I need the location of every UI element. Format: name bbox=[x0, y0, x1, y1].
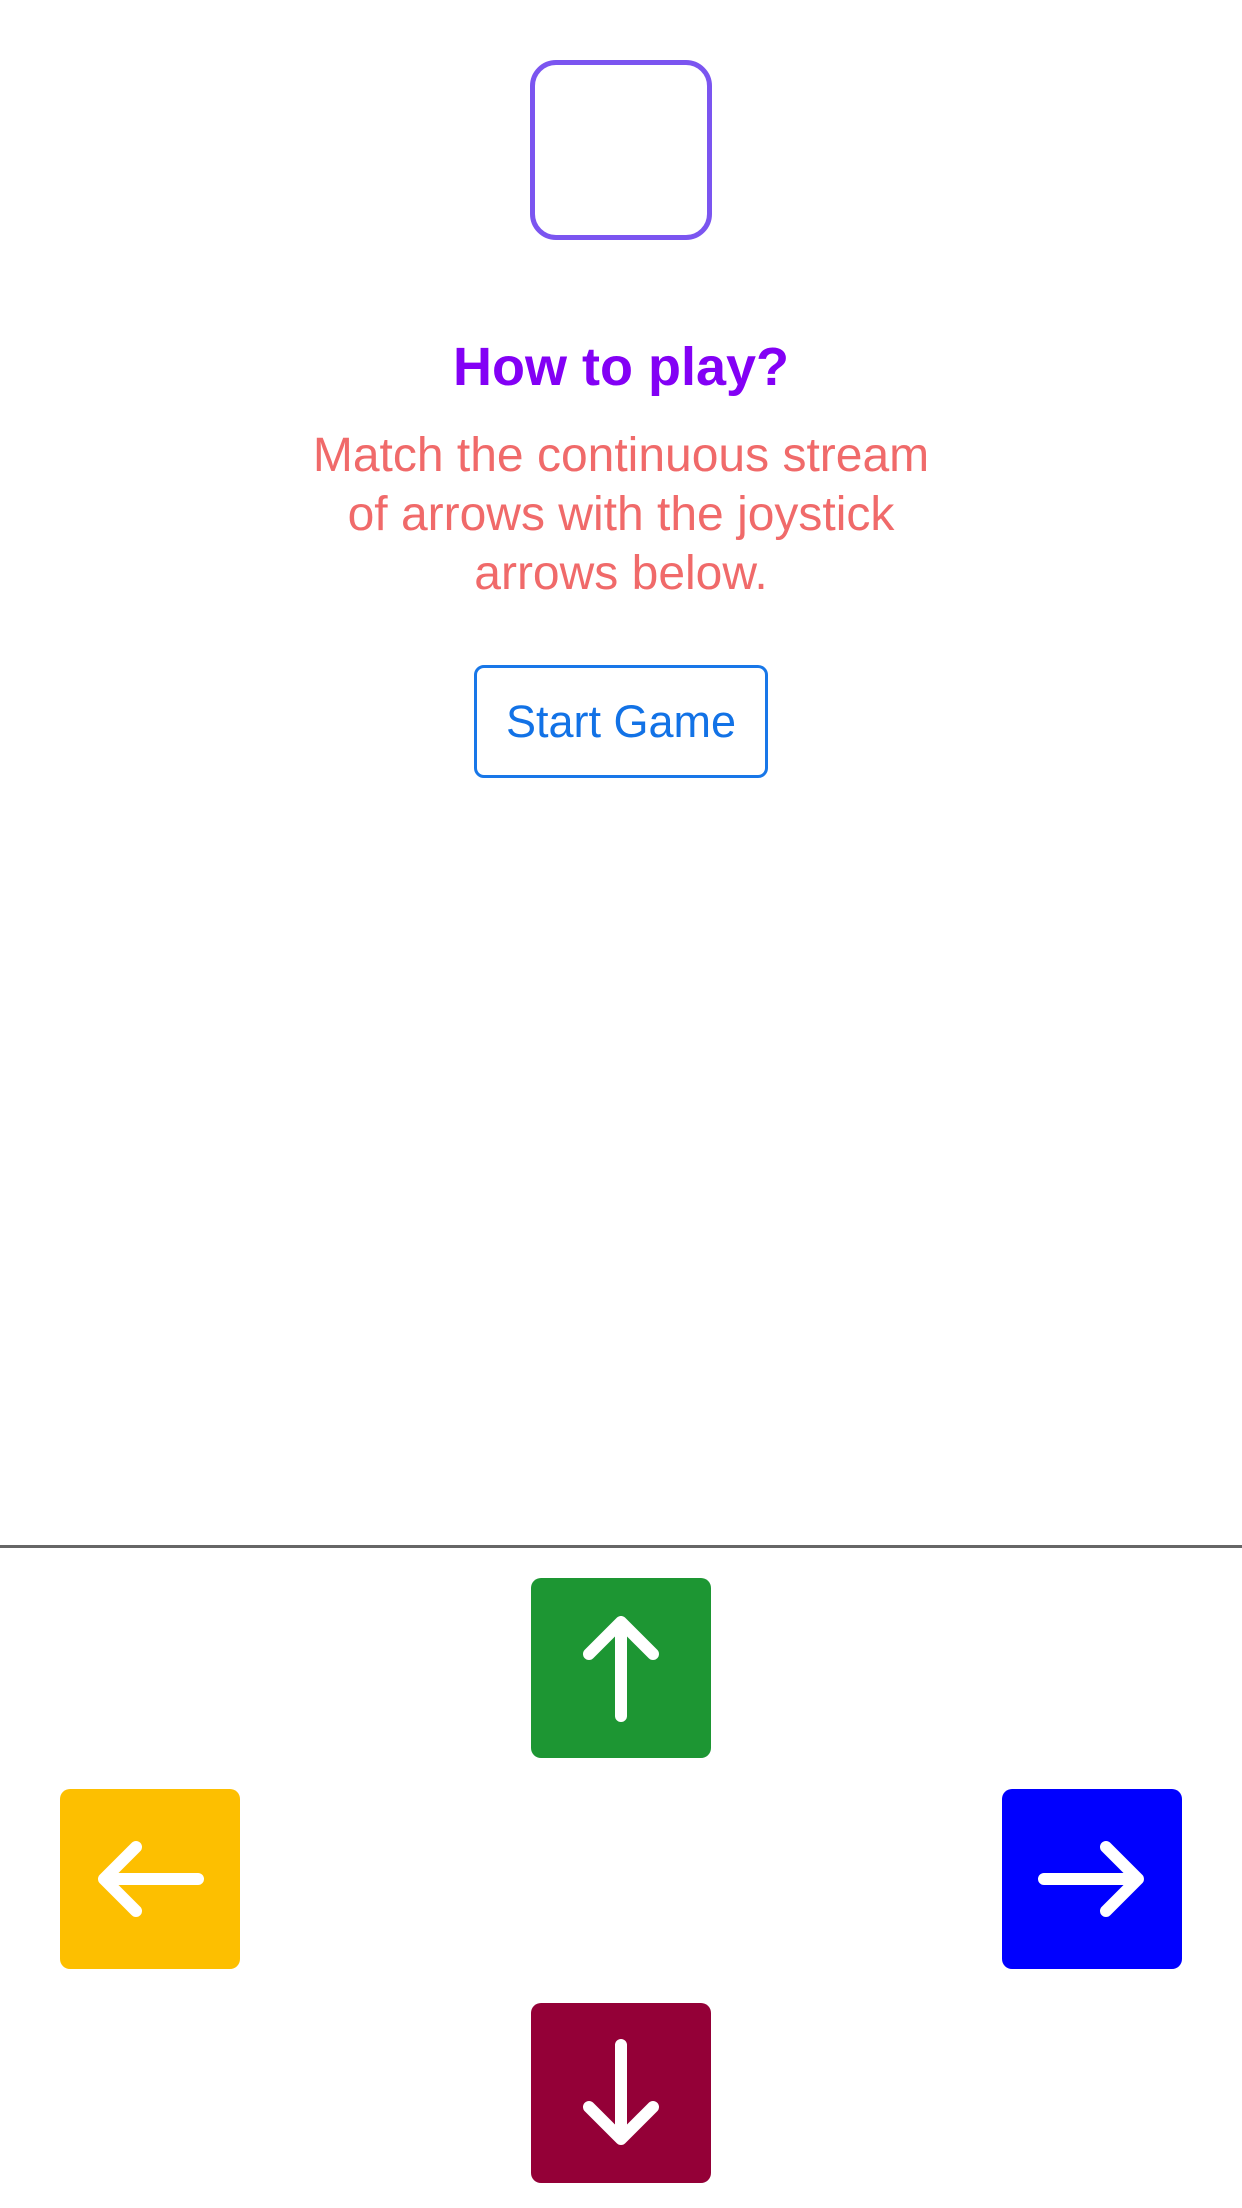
arrow-down-icon bbox=[583, 2039, 659, 2145]
instructions-text: Match the continuous stream of arrows wi… bbox=[312, 429, 930, 600]
joystick-up-button[interactable] bbox=[531, 1578, 711, 1758]
how-to-play-title: How to play? bbox=[453, 337, 789, 397]
arrow-up-icon bbox=[583, 1616, 659, 1722]
start-game-button[interactable]: Start Game bbox=[474, 665, 768, 778]
arrow-right-icon bbox=[1038, 1841, 1144, 1917]
joystick-right-button[interactable] bbox=[1002, 1789, 1182, 1969]
joystick-left-button[interactable] bbox=[60, 1789, 240, 1969]
arrow-left-icon bbox=[98, 1841, 204, 1917]
arrow-target-box bbox=[530, 60, 712, 240]
joystick-divider bbox=[0, 1545, 1242, 1548]
joystick-down-button[interactable] bbox=[531, 2003, 711, 2183]
